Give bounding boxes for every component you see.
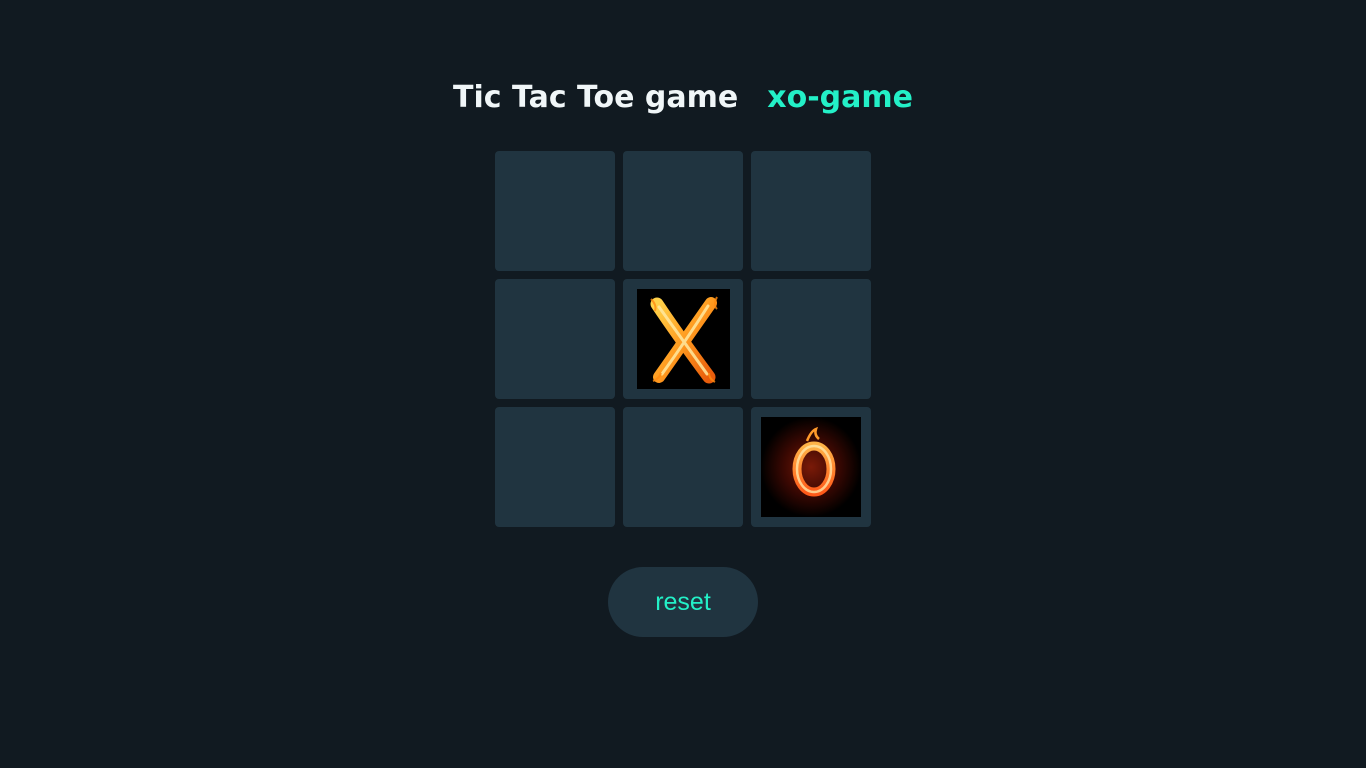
board-cell-8[interactable] xyxy=(623,407,743,527)
board-cell-2[interactable] xyxy=(623,151,743,271)
game-board xyxy=(495,151,871,527)
board-cell-5[interactable] xyxy=(623,279,743,399)
page-subtitle: xo-game xyxy=(767,80,913,115)
page-title: Tic Tac Toe game xyxy=(453,80,739,115)
board-cell-4[interactable] xyxy=(495,279,615,399)
reset-button[interactable]: reset xyxy=(608,567,758,637)
fire-o-icon xyxy=(761,417,861,517)
header: Tic Tac Toe game xo-game xyxy=(0,78,1366,118)
board-cell-7[interactable] xyxy=(495,407,615,527)
board-cell-3[interactable] xyxy=(751,151,871,271)
fire-x-icon xyxy=(636,289,730,389)
board-cell-6[interactable] xyxy=(751,279,871,399)
board-cell-9[interactable] xyxy=(751,407,871,527)
board-cell-1[interactable] xyxy=(495,151,615,271)
